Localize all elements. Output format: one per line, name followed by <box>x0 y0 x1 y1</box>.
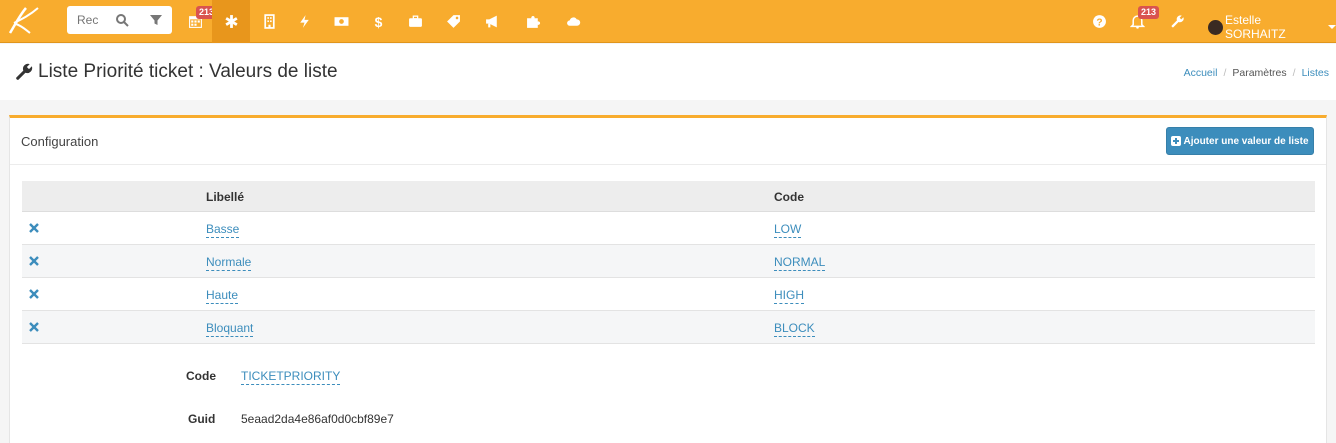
search-icon[interactable] <box>115 13 129 27</box>
search-input[interactable] <box>77 12 99 28</box>
help-button[interactable]: ? <box>1080 0 1118 43</box>
page-title-text: Liste Priorité ticket : Valeurs de liste <box>38 61 338 82</box>
notifications-button[interactable]: 213 <box>1118 0 1160 43</box>
asterisk-icon <box>224 15 238 28</box>
column-header-label: Libellé <box>206 190 245 204</box>
row-code[interactable]: BLOCK <box>774 321 815 337</box>
notifications-badge: 213 <box>1138 6 1160 19</box>
dollar-icon: $ <box>374 14 382 29</box>
delete-icon[interactable] <box>28 222 40 234</box>
nav-extensions[interactable] <box>514 0 552 43</box>
delete-icon[interactable] <box>28 288 40 300</box>
top-navbar: 213 $ ? 213 Estelle SORHAITZ <box>0 0 1336 43</box>
tag-icon <box>446 15 460 28</box>
table-row: Bloquant BLOCK <box>22 311 1315 344</box>
nav-calendar[interactable]: 213 <box>176 0 218 43</box>
guid-property-label: Guid <box>188 412 216 426</box>
panel-header: Configuration Ajouter une valeur de list… <box>10 118 1326 165</box>
breadcrumb: Accueil / Paramètres / Listes <box>1184 67 1329 79</box>
code-property-label: Code <box>186 369 216 383</box>
wrench-icon <box>16 63 33 80</box>
add-list-value-label: Ajouter une valeur de liste <box>1183 135 1309 147</box>
panel-title: Configuration <box>21 134 99 149</box>
svg-text:?: ? <box>1096 17 1102 28</box>
row-label[interactable]: Normale <box>206 255 252 271</box>
configuration-panel: Configuration Ajouter une valeur de list… <box>9 115 1327 443</box>
search-box <box>67 6 172 34</box>
breadcrumb-settings[interactable]: Paramètres <box>1232 67 1286 79</box>
nav-projects[interactable] <box>396 0 434 43</box>
puzzle-icon <box>526 15 540 28</box>
row-label[interactable]: Haute <box>206 288 239 304</box>
table-header: Libellé Code <box>22 181 1315 212</box>
add-list-value-button[interactable]: Ajouter une valeur de liste <box>1166 127 1314 155</box>
caret-down-icon <box>1328 25 1336 29</box>
setup-button[interactable] <box>1158 0 1196 43</box>
breadcrumb-separator: / <box>1223 67 1227 79</box>
delete-icon[interactable] <box>28 255 40 267</box>
page-title: Liste Priorité ticket : Valeurs de liste <box>14 61 338 83</box>
briefcase-icon <box>408 15 422 27</box>
code-property-value[interactable]: TICKETPRIORITY <box>241 369 341 385</box>
money-icon <box>334 17 348 26</box>
svg-text:$: $ <box>374 14 382 29</box>
page-header: Liste Priorité ticket : Valeurs de liste… <box>0 44 1336 100</box>
guid-property-value: 5eaad2da4e86af0d0cbf89e7 <box>241 412 394 426</box>
column-header-code: Code <box>774 190 804 204</box>
wrench-icon <box>1171 15 1184 28</box>
plus-square-icon <box>1171 136 1182 146</box>
bullhorn-icon <box>485 15 497 28</box>
nav-cloud[interactable] <box>554 0 592 43</box>
breadcrumb-lists[interactable]: Listes <box>1302 67 1329 79</box>
user-menu[interactable]: Estelle SORHAITZ <box>1208 13 1336 41</box>
nav-billing[interactable] <box>322 0 360 43</box>
breadcrumb-separator: / <box>1292 67 1296 79</box>
building-icon <box>263 14 275 29</box>
breadcrumb-home[interactable]: Accueil <box>1184 67 1218 79</box>
table-row: Normale NORMAL <box>22 245 1315 278</box>
filter-icon[interactable] <box>149 13 163 27</box>
nav-marketing[interactable] <box>473 0 511 43</box>
row-code[interactable]: HIGH <box>774 288 804 304</box>
nav-activities[interactable] <box>285 0 323 43</box>
user-name: Estelle SORHAITZ <box>1225 13 1286 41</box>
nav-tickets[interactable] <box>434 0 472 43</box>
nav-finance[interactable]: $ <box>359 0 397 43</box>
cloud-icon <box>566 17 580 26</box>
app-logo[interactable] <box>6 5 40 35</box>
table-row: Basse LOW <box>22 212 1315 245</box>
row-label[interactable]: Basse <box>206 222 240 238</box>
list-values-table: Libellé Code Basse LOW Normale NORMAL Ha… <box>22 181 1315 344</box>
table-row: Haute HIGH <box>22 278 1315 311</box>
row-code[interactable]: NORMAL <box>774 255 826 271</box>
bolt-icon <box>299 15 309 28</box>
nav-settings[interactable] <box>212 0 250 43</box>
row-code[interactable]: LOW <box>774 222 802 238</box>
nav-companies[interactable] <box>250 0 288 43</box>
delete-icon[interactable] <box>28 321 40 333</box>
row-label[interactable]: Bloquant <box>206 321 254 337</box>
question-icon: ? <box>1092 15 1106 28</box>
avatar <box>1208 19 1223 35</box>
